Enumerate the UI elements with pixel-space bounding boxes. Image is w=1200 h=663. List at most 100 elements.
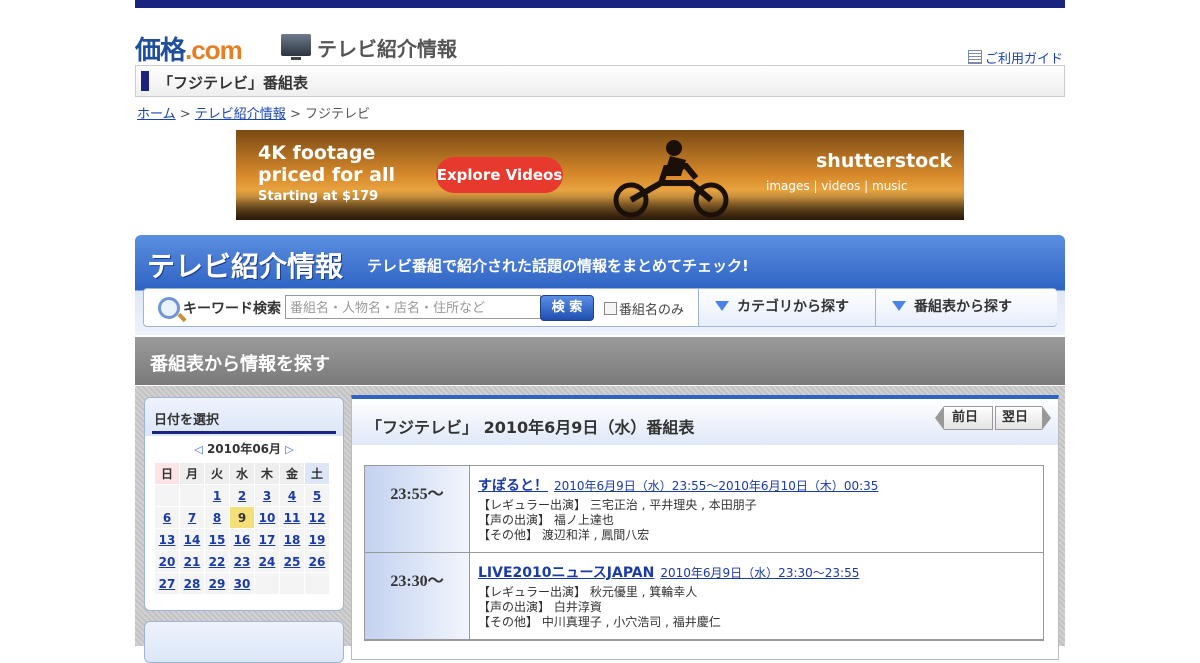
calendar-day-link[interactable]: 2 <box>238 489 246 503</box>
ad-explore-button[interactable]: Explore Videos <box>436 157 563 193</box>
calendar-day-link[interactable]: 23 <box>234 555 251 569</box>
site-logo[interactable]: 価格.com <box>135 30 243 67</box>
weekday-header: 木 <box>254 462 280 485</box>
calendar-day[interactable]: 17 <box>254 528 280 551</box>
calendar-day[interactable]: 7 <box>179 506 205 529</box>
calendar-day[interactable]: 24 <box>254 550 280 573</box>
calendar-day[interactable]: 20 <box>154 550 180 573</box>
calendar-day-link[interactable]: 28 <box>184 577 201 591</box>
triangle-down-icon <box>892 301 906 311</box>
calendar-day-link[interactable]: 8 <box>213 511 221 525</box>
calendar-day[interactable]: 25 <box>279 550 305 573</box>
calendar-day-link[interactable]: 27 <box>159 577 176 591</box>
calendar-day-link[interactable]: 11 <box>284 511 301 525</box>
calendar-day[interactable]: 5 <box>304 484 330 507</box>
weekday-header: 火 <box>204 462 230 485</box>
calendar-day[interactable]: 6 <box>154 506 180 529</box>
calendar-day-link[interactable]: 26 <box>309 555 326 569</box>
header: 価格.com テレビ紹介情報 ご利用ガイド <box>135 8 1065 67</box>
section-logo[interactable]: テレビ紹介情報 <box>317 33 457 62</box>
calendar-day[interactable]: 29 <box>204 572 230 595</box>
calendar-week: 1 2 3 4 5 <box>154 484 330 507</box>
calendar-day[interactable]: 8 <box>204 506 230 529</box>
calendar-day-link[interactable]: 18 <box>284 533 301 547</box>
weekday-header: 日 <box>154 462 180 485</box>
calendar-day-link[interactable]: 1 <box>213 489 221 503</box>
calendar-day[interactable]: 27 <box>154 572 180 595</box>
calendar-day-link[interactable]: 16 <box>234 533 251 547</box>
calendar-day-link[interactable]: 29 <box>209 577 226 591</box>
calendar-day-link[interactable]: 15 <box>209 533 226 547</box>
calendar-day[interactable]: 30 <box>229 572 255 595</box>
calendar-day-link[interactable]: 20 <box>159 555 176 569</box>
program-row: 23:30～ LIVE2010ニュースJAPAN 2010年6月9日（水）23:30… <box>365 553 1043 640</box>
calendar-day-link[interactable]: 3 <box>263 489 271 503</box>
calendar-day[interactable]: 1 <box>204 484 230 507</box>
ad-categories: images | videos | music <box>766 179 908 193</box>
weekday-header: 土 <box>304 462 330 485</box>
calendar-day-link[interactable]: 6 <box>163 511 171 525</box>
next-month-icon[interactable]: ▷ <box>285 443 293 456</box>
schedule-search-button[interactable]: 番組表から探す <box>875 289 1057 326</box>
calendar-day[interactable]: 19 <box>304 528 330 551</box>
calendar-day[interactable]: 22 <box>204 550 230 573</box>
calendar-day-link[interactable]: 4 <box>288 489 296 503</box>
program-title-link[interactable]: すぽると！ <box>478 478 548 494</box>
search-button[interactable]: 検 索 <box>540 295 594 321</box>
calendar-day-link[interactable]: 24 <box>259 555 276 569</box>
calendar-day[interactable]: 23 <box>229 550 255 573</box>
calendar-day-link[interactable]: 13 <box>159 533 176 547</box>
category-search-button[interactable]: カテゴリから探す <box>698 289 875 326</box>
calendar-day[interactable]: 10 <box>254 506 280 529</box>
calendar-day-link[interactable]: 7 <box>188 511 196 525</box>
calendar-day[interactable]: 15 <box>204 528 230 551</box>
checkbox-box[interactable] <box>604 302 617 315</box>
page: 価格.com テレビ紹介情報 ご利用ガイド 「フジテレビ」番組表 ホーム > テ… <box>135 0 1065 663</box>
page-title: 「フジテレビ」番組表 <box>158 74 309 92</box>
program-datetime-link[interactable]: 2010年6月9日（水）23:55～2010年6月10日（木）00:35 <box>554 479 878 493</box>
cast-line: 【レギュラー出演】 秋元優里 , 箕輪幸人 <box>478 585 698 599</box>
calendar-day[interactable]: 4 <box>279 484 305 507</box>
calendar-day-link[interactable]: 12 <box>309 511 326 525</box>
calendar-month: ◁ 2010年06月 ▷ <box>194 442 294 456</box>
program-time: 23:55～ <box>390 486 444 503</box>
schedule-panel: 「フジテレビ」 2010年6月9日（水）番組表 前日 翌日 23:55～ すぽると… <box>351 395 1059 660</box>
keyword-label: キーワード検索 <box>183 301 281 317</box>
calendar-day[interactable]: 12 <box>304 506 330 529</box>
calendar-day-link[interactable]: 14 <box>184 533 201 547</box>
calendar-day[interactable]: 18 <box>279 528 305 551</box>
prev-day-button[interactable]: 前日 <box>935 406 993 430</box>
program-title-link[interactable]: LIVE2010ニュースJAPAN <box>478 565 654 581</box>
next-day-button[interactable]: 翌日 <box>995 406 1051 430</box>
breadcrumb-current: フジテレビ <box>304 107 370 122</box>
calendar-day[interactable]: 26 <box>304 550 330 573</box>
title-only-checkbox[interactable]: 番組名のみ <box>604 299 684 318</box>
calendar-day-link[interactable]: 19 <box>309 533 326 547</box>
search-input[interactable] <box>285 295 541 319</box>
calendar-day[interactable]: 13 <box>154 528 180 551</box>
calendar-day[interactable]: 21 <box>179 550 205 573</box>
program-datetime-link[interactable]: 2010年6月9日（水）23:30～23:55 <box>660 566 859 580</box>
side-panel-next <box>144 621 344 663</box>
calendar-day[interactable]: 28 <box>179 572 205 595</box>
calendar-day[interactable]: 9 <box>229 506 255 529</box>
breadcrumb-home[interactable]: ホーム <box>137 107 176 122</box>
calendar-day-link[interactable]: 22 <box>209 555 226 569</box>
calendar-day-link[interactable]: 5 <box>313 489 321 503</box>
ad-banner[interactable]: 4K footage priced for all Starting at $17… <box>236 130 964 220</box>
prev-month-icon[interactable]: ◁ <box>194 443 202 456</box>
calendar-empty <box>254 572 280 595</box>
calendar-day-link[interactable]: 30 <box>234 577 251 591</box>
calendar-day-link[interactable]: 10 <box>259 511 276 525</box>
calendar-day[interactable]: 14 <box>179 528 205 551</box>
calendar-day-link[interactable]: 25 <box>284 555 301 569</box>
calendar-day[interactable]: 16 <box>229 528 255 551</box>
cast-line: 【その他】 渡辺和洋 , 鳳間八宏 <box>478 528 650 542</box>
calendar-day-link[interactable]: 17 <box>259 533 276 547</box>
calendar-day-link[interactable]: 21 <box>184 555 201 569</box>
calendar-day[interactable]: 3 <box>254 484 280 507</box>
calendar-day[interactable]: 11 <box>279 506 305 529</box>
calendar-day[interactable]: 2 <box>229 484 255 507</box>
calendar-heading: 日付を選択 <box>154 413 220 428</box>
breadcrumb-tv[interactable]: テレビ紹介情報 <box>195 107 286 122</box>
